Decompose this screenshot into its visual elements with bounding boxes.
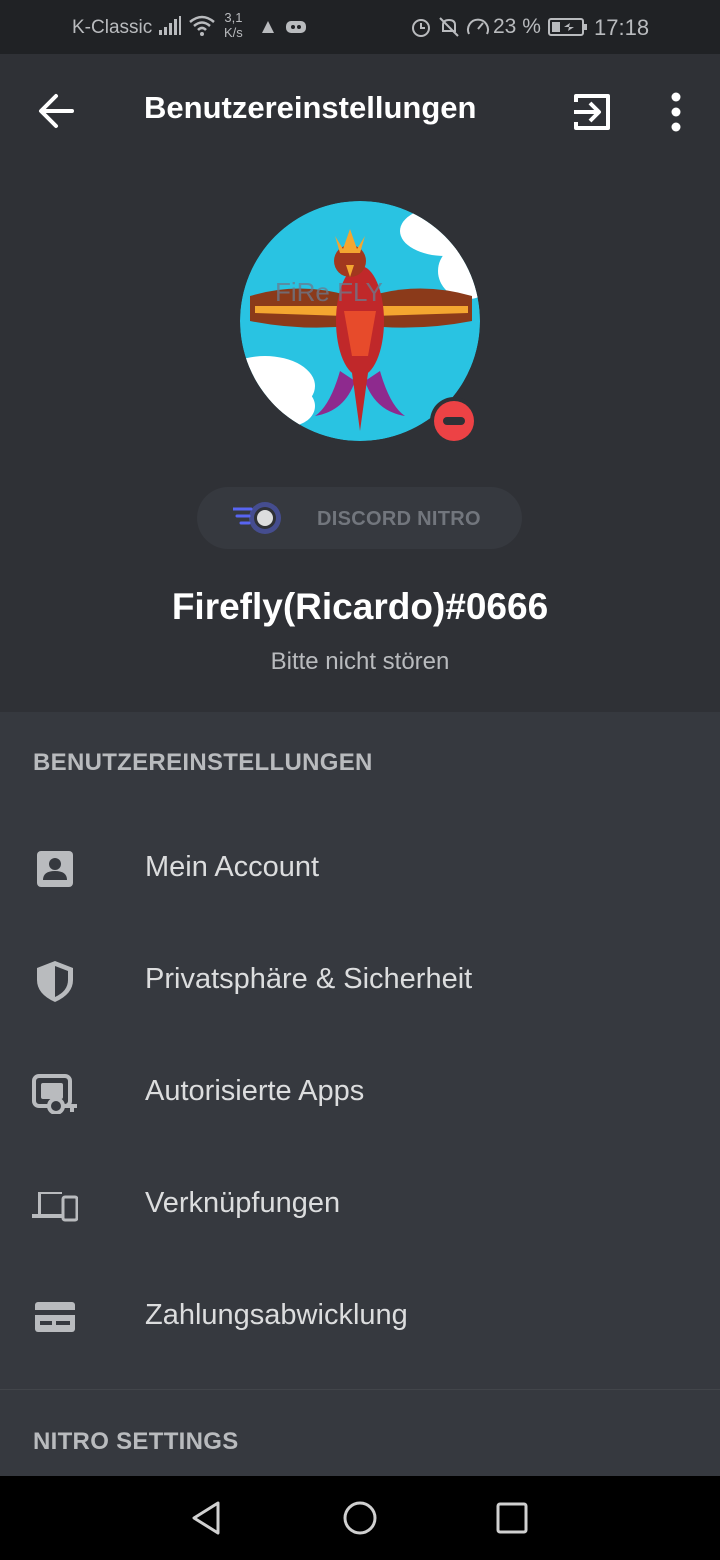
avatar[interactable]: FiRe FLY	[240, 201, 480, 445]
back-arrow-icon[interactable]	[36, 92, 76, 130]
nitro-label: DISCORD NITRO	[317, 508, 481, 530]
signal-icon	[159, 16, 181, 35]
alarm-icon	[412, 19, 430, 37]
network-speed: 3,1 K/s	[224, 10, 243, 40]
menu-item-my-account[interactable]: Mein Account	[0, 813, 720, 925]
dnd-status-icon	[430, 397, 478, 445]
username: Firefly(Ricardo)#0666	[171, 586, 549, 627]
recents-square-icon[interactable]	[492, 1498, 532, 1538]
home-circle-icon[interactable]	[340, 1498, 380, 1538]
section-header-nitro-settings: NITRO SETTINGS	[33, 1428, 239, 1455]
notification-icon	[262, 21, 274, 33]
gauge-icon	[467, 18, 489, 35]
devices-icon	[32, 1192, 78, 1222]
wifi-icon	[189, 15, 215, 36]
credit-card-icon	[35, 1302, 75, 1332]
menu-item-privacy-security[interactable]: Privatsphäre & Sicherheit	[0, 925, 720, 1037]
carrier-name: K-Classic	[72, 17, 153, 38]
discord-nitro-button[interactable]: DISCORD NITRO	[197, 487, 522, 549]
account-card-icon	[37, 851, 73, 887]
nitro-icon	[233, 502, 281, 534]
avatar-text: FiRe FLY	[275, 277, 383, 307]
battery-icon	[548, 18, 587, 36]
shield-icon	[37, 961, 73, 1002]
menu-item-label: Mein Account	[145, 851, 320, 883]
section-divider	[0, 1389, 720, 1390]
clock: 17:18	[594, 15, 650, 40]
back-triangle-icon[interactable]	[186, 1498, 226, 1538]
menu-item-authorized-apps[interactable]: Autorisierte Apps	[0, 1037, 720, 1149]
menu-item-label: Zahlungsabwicklung	[145, 1299, 408, 1331]
discord-icon	[286, 21, 306, 33]
page-title: Benutzereinstellungen	[144, 90, 477, 125]
menu-item-connections[interactable]: Verknüpfungen	[0, 1149, 720, 1261]
mute-icon	[439, 17, 459, 37]
more-options-icon[interactable]	[664, 90, 688, 134]
user-status: Bitte nicht stören	[270, 648, 450, 675]
logout-icon[interactable]	[570, 90, 614, 134]
menu-item-billing[interactable]: Zahlungsabwicklung	[0, 1261, 720, 1373]
profile-header: Benutzereinstellungen FiRe FLY DISCORD N…	[0, 54, 720, 712]
status-bar: K-Classic 3,1 K/s 23 % 17:18	[0, 0, 720, 54]
battery-percentage: 23 %	[493, 15, 541, 38]
menu-item-label: Autorisierte Apps	[145, 1075, 365, 1107]
authorized-apps-icon	[32, 1074, 77, 1114]
system-navigation-bar	[0, 1476, 720, 1560]
menu-item-label: Privatsphäre & Sicherheit	[145, 963, 473, 995]
menu-item-label: Verknüpfungen	[145, 1187, 341, 1219]
section-header-user-settings: BENUTZEREINSTELLUNGEN	[33, 749, 373, 776]
